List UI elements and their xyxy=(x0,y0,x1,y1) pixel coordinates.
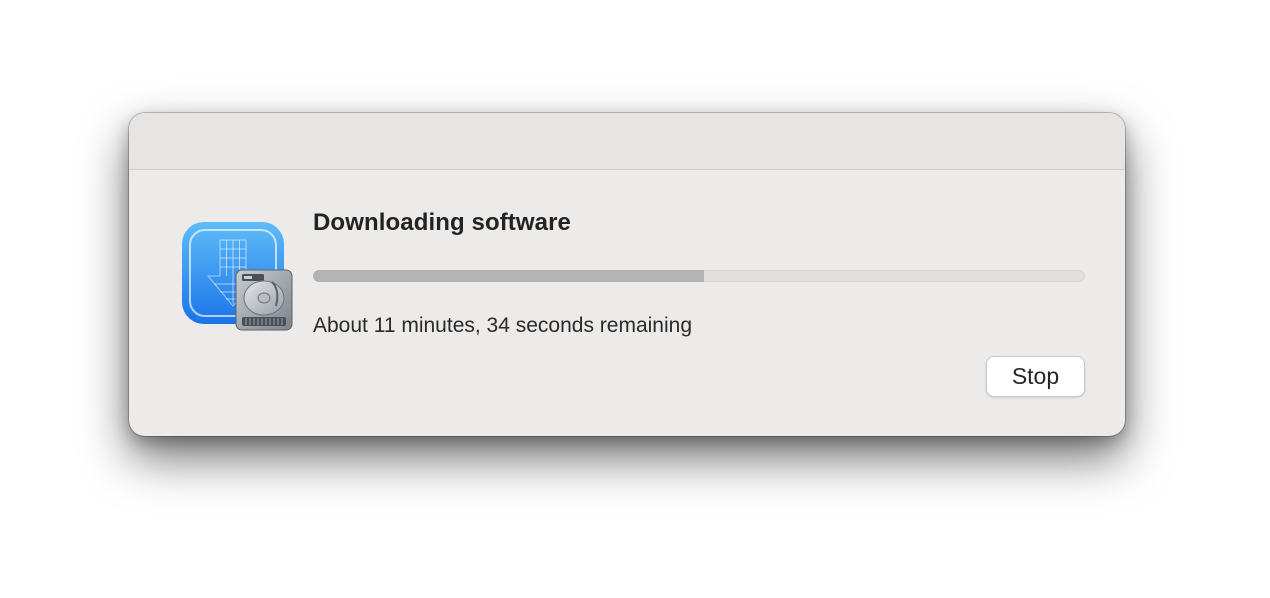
dialog-titlebar xyxy=(129,113,1125,170)
dialog-title: Downloading software xyxy=(313,209,572,236)
time-remaining-text: About 11 minutes, 34 seconds remaining xyxy=(313,314,693,337)
download-dialog: Downloading software About 11 minutes, 3… xyxy=(129,113,1125,436)
stop-button[interactable]: Stop xyxy=(986,356,1085,397)
download-progress-bar xyxy=(313,270,1085,282)
download-progress-fill xyxy=(313,270,704,282)
software-update-download-icon xyxy=(180,220,294,334)
